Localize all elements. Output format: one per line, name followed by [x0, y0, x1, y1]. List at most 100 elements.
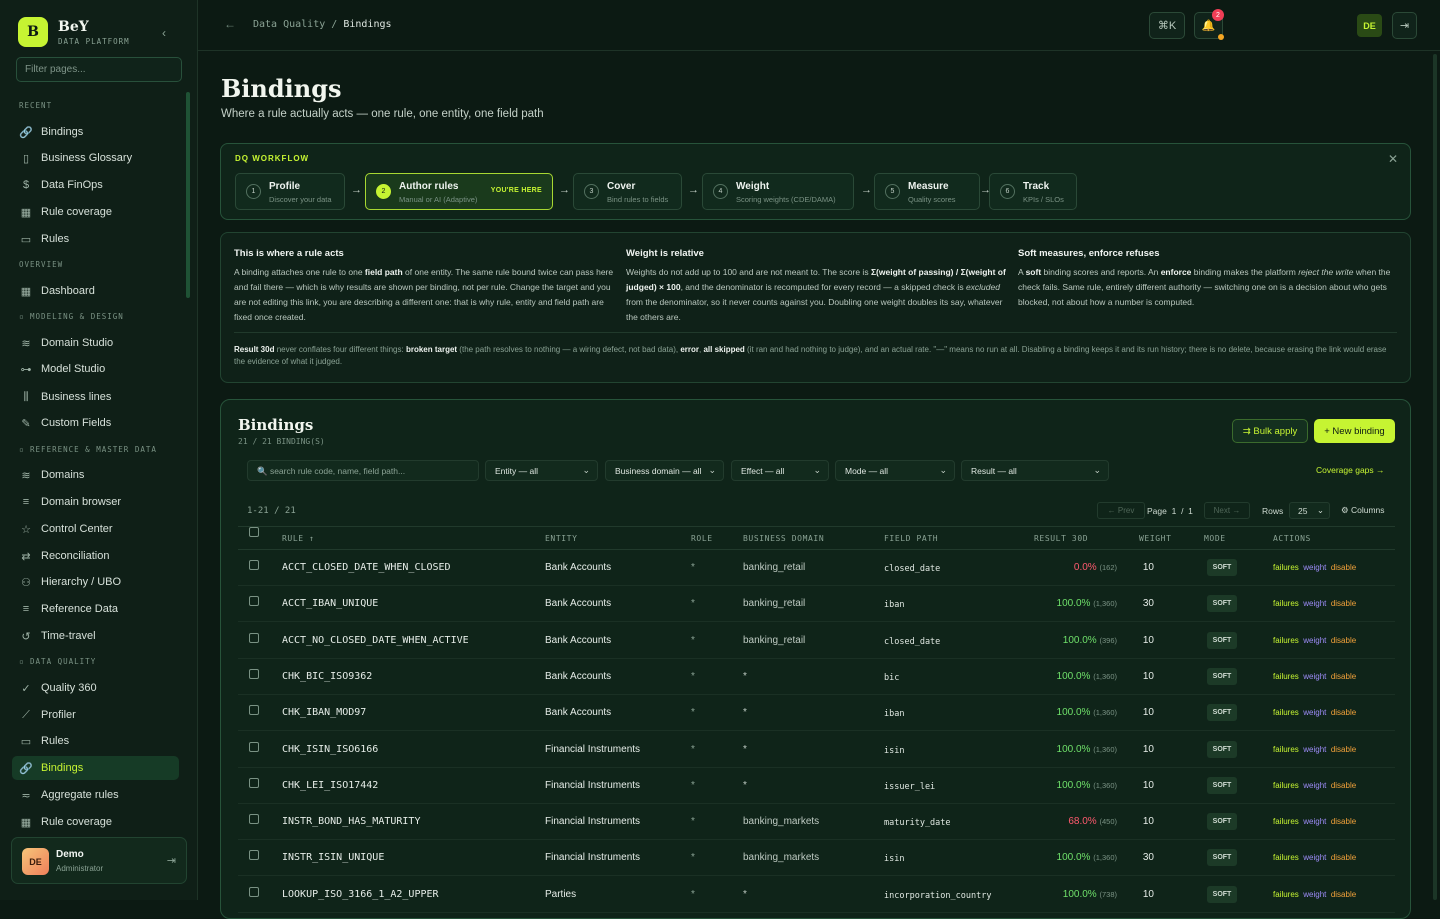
user-avatar-small[interactable]: DE — [1357, 14, 1382, 37]
failures-link[interactable]: failures — [1273, 672, 1299, 681]
weight-link[interactable]: weight — [1303, 672, 1326, 681]
disable-link[interactable]: disable — [1331, 890, 1356, 899]
table-row[interactable]: LOOKUP_ISO_3166_1_A2_UPPER Parties * * incor… — [238, 877, 1395, 913]
disable-link[interactable]: disable — [1331, 636, 1356, 645]
rule-code[interactable]: ACCT_NO_CLOSED_DATE_WHEN_ACTIVE — [282, 635, 469, 646]
row-checkbox[interactable] — [249, 705, 259, 716]
failures-link[interactable]: failures — [1273, 563, 1299, 572]
next-page-button[interactable]: Next → — [1204, 502, 1250, 519]
weight-link[interactable]: weight — [1303, 817, 1326, 826]
disable-link[interactable]: disable — [1331, 853, 1356, 862]
rule-code[interactable]: ACCT_CLOSED_DATE_WHEN_CLOSED — [282, 562, 451, 573]
col-result-30d[interactable]: RESULT 30D — [1034, 534, 1088, 543]
sidebar-item-time-travel[interactable]: ↺ Time-travel — [12, 624, 179, 648]
disable-link[interactable]: disable — [1331, 745, 1356, 754]
brand[interactable]: B BeY DATA PLATFORM — [18, 17, 130, 47]
weight-link[interactable]: weight — [1303, 563, 1326, 572]
rule-code[interactable]: INSTR_BOND_HAS_MATURITY — [282, 816, 420, 827]
table-row[interactable]: ACCT_IBAN_UNIQUE Bank Accounts * banking_re… — [238, 586, 1395, 623]
sidebar-item-bindings[interactable]: 🔗 Bindings — [12, 756, 179, 780]
sidebar-item-rule-coverage[interactable]: ▦ Rule coverage — [12, 810, 179, 834]
row-checkbox[interactable] — [249, 850, 259, 861]
col-entity[interactable]: ENTITY — [545, 534, 578, 543]
sidebar-item-rules[interactable]: ▭ Rules — [12, 227, 179, 251]
effect-filter-select[interactable]: Effect — all ⌄ — [731, 460, 829, 481]
close-icon[interactable]: ✕ — [1388, 152, 1398, 166]
sidebar-item-business-lines[interactable]: ⫼ Business lines — [12, 385, 179, 409]
rule-code[interactable]: CHK_ISIN_ISO6166 — [282, 744, 378, 755]
failures-link[interactable]: failures — [1273, 745, 1299, 754]
disable-link[interactable]: disable — [1331, 672, 1356, 681]
weight-link[interactable]: weight — [1303, 853, 1326, 862]
sidebar-item-hierarchy-ubo[interactable]: ⚇ Hierarchy / UBO — [12, 570, 179, 594]
row-checkbox[interactable] — [249, 886, 259, 897]
table-row[interactable]: CHK_LEI_ISO17442 Financial Instruments * * i… — [238, 768, 1395, 804]
weight-link[interactable]: weight — [1303, 636, 1326, 645]
failures-link[interactable]: failures — [1273, 817, 1299, 826]
table-row[interactable]: CHK_ISIN_ISO6166 Financial Instruments * * i… — [238, 732, 1395, 768]
table-row[interactable]: INSTR_BOND_HAS_MATURITY Financial Instrum… — [238, 804, 1395, 841]
failures-link[interactable]: failures — [1273, 636, 1299, 645]
sidebar-item-domains[interactable]: ≋ Domains — [12, 463, 179, 487]
sidebar-item-model-studio[interactable]: ⊶ Model Studio — [12, 357, 179, 381]
command-palette-button[interactable]: ⌘K — [1149, 12, 1185, 39]
table-row[interactable]: ACCT_NO_CLOSED_DATE_WHEN_ACTIVE Bank Acco… — [238, 623, 1395, 659]
rule-code[interactable]: CHK_IBAN_MOD97 — [282, 707, 366, 718]
collapse-sidebar-icon[interactable]: ‹ — [162, 26, 166, 40]
weight-link[interactable]: weight — [1303, 745, 1326, 754]
main-scrollbar[interactable] — [1433, 54, 1437, 900]
weight-link[interactable]: weight — [1303, 781, 1326, 790]
sidebar-item-data-finops[interactable]: $ Data FinOps — [12, 173, 179, 197]
rule-code[interactable]: CHK_LEI_ISO17442 — [282, 780, 378, 791]
new-binding-button[interactable]: + New binding — [1314, 419, 1395, 443]
sidebar-item-control-center[interactable]: ☆ Control Center — [12, 517, 179, 541]
col-field-path[interactable]: FIELD PATH — [884, 534, 938, 543]
result-filter-select[interactable]: Result — all ⌄ — [961, 460, 1109, 481]
weight-link[interactable]: weight — [1303, 599, 1326, 608]
rows-per-page-select[interactable]: 25 ⌄ — [1289, 502, 1330, 519]
sidebar-item-reference-data[interactable]: ≡ Reference Data — [12, 597, 179, 621]
row-checkbox[interactable] — [249, 777, 259, 788]
row-checkbox[interactable] — [249, 560, 259, 570]
failures-link[interactable]: failures — [1273, 708, 1299, 717]
disable-link[interactable]: disable — [1331, 781, 1356, 790]
sidebar-item-rule-coverage[interactable]: ▦ Rule coverage — [12, 200, 179, 224]
business-domain-filter-select[interactable]: Business domain — all ⌄ — [605, 460, 724, 481]
workflow-step-measure[interactable]: 5 Measure Quality scores — [874, 173, 980, 210]
prev-page-button[interactable]: ← Prev — [1097, 502, 1145, 519]
disable-link[interactable]: disable — [1331, 708, 1356, 717]
logout-button-icon[interactable]: ⇥ — [1392, 12, 1417, 39]
weight-link[interactable]: weight — [1303, 708, 1326, 717]
table-row[interactable]: CHK_IBAN_MOD97 Bank Accounts * * iban 100.0% … — [238, 695, 1395, 732]
disable-link[interactable]: disable — [1331, 599, 1356, 608]
disable-link[interactable]: disable — [1331, 563, 1356, 572]
back-arrow-icon[interactable]: ← — [224, 17, 236, 31]
search-input[interactable]: 🔍 search rule code, name, field path... — [247, 460, 479, 481]
workflow-step-profile[interactable]: 1 Profile Discover your data — [235, 173, 345, 210]
row-checkbox[interactable] — [249, 668, 259, 679]
col-weight[interactable]: WEIGHT — [1139, 534, 1172, 543]
sidebar-item-business-glossary[interactable]: ▯ Business Glossary — [12, 146, 179, 170]
rule-code[interactable]: LOOKUP_ISO_3166_1_A2_UPPER — [282, 889, 439, 900]
table-row[interactable]: INSTR_ISIN_UNIQUE Financial Instruments * b… — [238, 840, 1395, 877]
col-mode[interactable]: MODE — [1204, 534, 1226, 543]
col-role[interactable]: ROLE — [691, 534, 713, 543]
sidebar-item-dashboard[interactable]: ▦ Dashboard — [12, 279, 179, 303]
sidebar-item-domain-studio[interactable]: ≋ Domain Studio — [12, 331, 179, 355]
sidebar-item-rules[interactable]: ▭ Rules — [12, 729, 179, 753]
workflow-step-author-rules[interactable]: 2 Author rules Manual or AI (Adaptive) YOU'… — [365, 173, 553, 210]
coverage-gaps-link[interactable]: Coverage gaps → — [1316, 465, 1385, 475]
disable-link[interactable]: disable — [1331, 817, 1356, 826]
sidebar-item-profiler[interactable]: ⟋ Profiler — [12, 703, 179, 727]
select-all-checkbox[interactable] — [249, 527, 259, 537]
columns-button[interactable]: ⚙ Columns — [1341, 502, 1385, 519]
failures-link[interactable]: failures — [1273, 890, 1299, 899]
failures-link[interactable]: failures — [1273, 599, 1299, 608]
table-row[interactable]: ACCT_CLOSED_DATE_WHEN_CLOSED Bank Account… — [238, 550, 1395, 586]
sidebar-item-aggregate-rules[interactable]: ≂ Aggregate rules — [12, 783, 179, 807]
col-business-domain[interactable]: BUSINESS DOMAIN — [743, 534, 824, 543]
row-checkbox[interactable] — [249, 596, 259, 607]
workflow-step-track[interactable]: 6 Track KPIs / SLOs — [989, 173, 1077, 210]
sidebar-item-reconciliation[interactable]: ⇄ Reconciliation — [12, 544, 179, 568]
row-checkbox[interactable] — [249, 741, 259, 752]
